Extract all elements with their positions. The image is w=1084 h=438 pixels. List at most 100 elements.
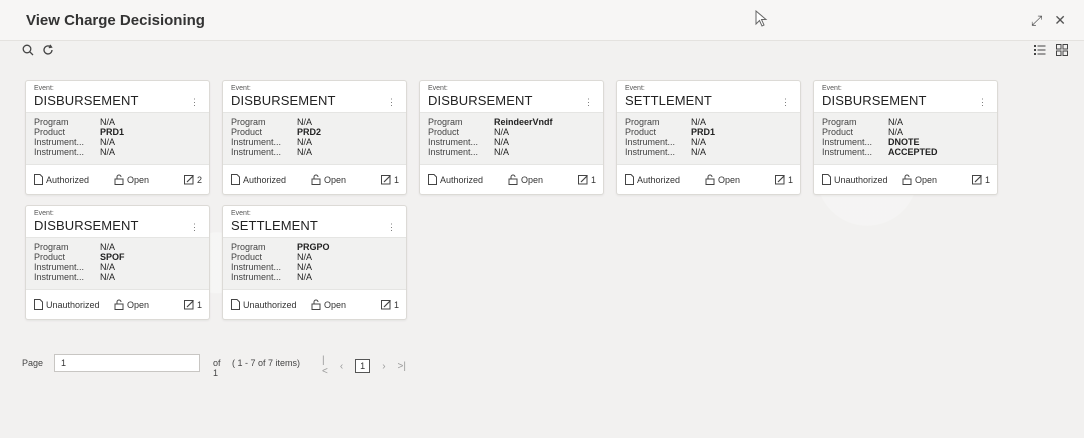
card-field-label: Instrument... xyxy=(34,272,85,282)
auth-status: Authorized xyxy=(428,174,483,185)
card-field-label: Instrument... xyxy=(34,262,85,272)
unlock-icon xyxy=(902,174,912,185)
card-field-label: Instrument... xyxy=(34,147,85,157)
charge-decision-card[interactable]: Event: DISBURSEMENT ⋮ Program N/A Produc… xyxy=(25,205,210,320)
kebab-menu-icon[interactable]: ⋮ xyxy=(190,223,199,232)
auth-status-label: Unauthorized xyxy=(834,174,888,185)
kebab-menu-icon[interactable]: ⋮ xyxy=(190,98,199,107)
card-field-row: Program ReindeerVndf xyxy=(428,117,603,127)
card-field-row: Instrument... N/A xyxy=(34,272,209,282)
charge-decision-card[interactable]: Event: SETTLEMENT ⋮ Program N/A Product … xyxy=(616,80,801,195)
unlock-icon xyxy=(114,174,124,185)
document-icon xyxy=(34,299,43,310)
prev-page-icon[interactable]: ‹ xyxy=(340,361,343,372)
card-field-value: N/A xyxy=(494,147,510,157)
card-field-value: PRD1 xyxy=(100,127,125,137)
card-field-label: Product xyxy=(822,127,854,137)
expand-icon[interactable]: ⤢ xyxy=(1031,12,1042,29)
card-field-label: Program xyxy=(428,117,463,127)
last-page-icon[interactable]: >| xyxy=(398,361,406,372)
page-number-input[interactable] xyxy=(54,354,200,372)
card-field-label: Program xyxy=(231,117,266,127)
record-status: Open xyxy=(311,299,346,310)
auth-status: Unauthorized xyxy=(231,299,297,310)
card-footer: Authorized Open 1 xyxy=(223,171,406,189)
card-field-value: N/A xyxy=(691,117,707,127)
modification-count-value: 1 xyxy=(196,299,202,310)
refresh-icon[interactable] xyxy=(42,44,54,59)
record-status-label: Open xyxy=(324,299,347,310)
list-view-icon[interactable] xyxy=(1034,44,1046,59)
auth-status: Unauthorized xyxy=(822,174,888,185)
page-title: View Charge Decisioning xyxy=(26,12,205,29)
card-footer: Unauthorized Open 1 xyxy=(223,296,406,314)
card-field-label: Instrument... xyxy=(231,147,282,157)
edit-icon xyxy=(183,175,194,185)
record-status-label: Open xyxy=(127,299,150,310)
card-field-value: N/A xyxy=(494,127,510,137)
charge-decision-card[interactable]: Event: DISBURSEMENT ⋮ Program N/A Produc… xyxy=(222,80,407,195)
first-page-icon[interactable]: |< xyxy=(322,355,328,377)
card-field-row: Product PRD2 xyxy=(231,127,406,137)
charge-decision-card[interactable]: Event: DISBURSEMENT ⋮ Program N/A Produc… xyxy=(813,80,998,195)
kebab-menu-icon[interactable]: ⋮ xyxy=(387,98,396,107)
card-field-value: N/A xyxy=(691,147,707,157)
record-status-label: Open xyxy=(324,174,347,185)
edit-icon xyxy=(183,300,194,310)
current-page-button[interactable]: 1 xyxy=(355,359,371,373)
close-icon[interactable]: ✕ xyxy=(1054,12,1066,29)
card-body: Program N/A Product PRD1 Instrument... N… xyxy=(617,112,800,165)
card-field-label: Program xyxy=(34,242,69,252)
card-field-label: Instrument... xyxy=(625,137,676,147)
record-status-label: Open xyxy=(718,174,741,185)
kebab-menu-icon[interactable]: ⋮ xyxy=(387,223,396,232)
card-field-label: Product xyxy=(231,127,263,137)
card-field-value: ReindeerVndf xyxy=(494,117,553,127)
card-field-value: N/A xyxy=(297,252,313,262)
card-field-value: N/A xyxy=(494,137,510,147)
edit-icon xyxy=(577,175,588,185)
card-field-row: Program N/A xyxy=(625,117,800,127)
modification-count: 1 xyxy=(577,174,596,185)
charge-decision-card[interactable]: Event: SETTLEMENT ⋮ Program PRGPO Produc… xyxy=(222,205,407,320)
grid-view-icon[interactable] xyxy=(1056,44,1068,59)
edit-icon xyxy=(774,175,785,185)
card-field-row: Product PRD1 xyxy=(625,127,800,137)
auth-status: Authorized xyxy=(625,174,680,185)
card-field-row: Program N/A xyxy=(822,117,997,127)
next-page-icon[interactable]: › xyxy=(382,361,385,372)
mouse-cursor-icon xyxy=(755,10,768,27)
charge-decision-card[interactable]: Event: DISBURSEMENT ⋮ Program N/A Produc… xyxy=(25,80,210,195)
event-value: DISBURSEMENT xyxy=(428,93,533,108)
card-field-value: N/A xyxy=(100,137,116,147)
edit-icon xyxy=(380,175,391,185)
kebab-menu-icon[interactable]: ⋮ xyxy=(978,98,987,107)
auth-status-label: Authorized xyxy=(243,174,287,185)
document-icon xyxy=(428,174,437,185)
card-field-label: Instrument... xyxy=(822,137,873,147)
card-field-value: N/A xyxy=(297,147,313,157)
card-field-label: Product xyxy=(34,127,66,137)
document-icon xyxy=(34,174,43,185)
charge-decision-card[interactable]: Event: DISBURSEMENT ⋮ Program ReindeerVn… xyxy=(419,80,604,195)
card-field-label: Instrument... xyxy=(625,147,676,157)
modification-count-value: 1 xyxy=(393,174,399,185)
unlock-icon xyxy=(508,174,518,185)
card-body: Program ReindeerVndf Product N/A Instrum… xyxy=(420,112,603,165)
card-field-row: Instrument... N/A xyxy=(34,147,209,157)
card-field-row: Product SPOF xyxy=(34,252,209,262)
card-field-value: PRD2 xyxy=(297,127,322,137)
card-footer: Authorized Open 2 xyxy=(26,171,209,189)
kebab-menu-icon[interactable]: ⋮ xyxy=(781,98,790,107)
event-label: Event: xyxy=(34,210,54,217)
kebab-menu-icon[interactable]: ⋮ xyxy=(584,98,593,107)
search-icon[interactable] xyxy=(22,44,34,59)
unlock-icon xyxy=(311,174,321,185)
card-field-label: Instrument... xyxy=(822,147,873,157)
card-field-label: Instrument... xyxy=(231,262,282,272)
modification-count-value: 1 xyxy=(787,174,793,185)
event-label: Event: xyxy=(625,85,645,92)
card-field-row: Instrument... N/A xyxy=(34,262,209,272)
modification-count-value: 1 xyxy=(590,174,596,185)
modification-count: 1 xyxy=(774,174,793,185)
